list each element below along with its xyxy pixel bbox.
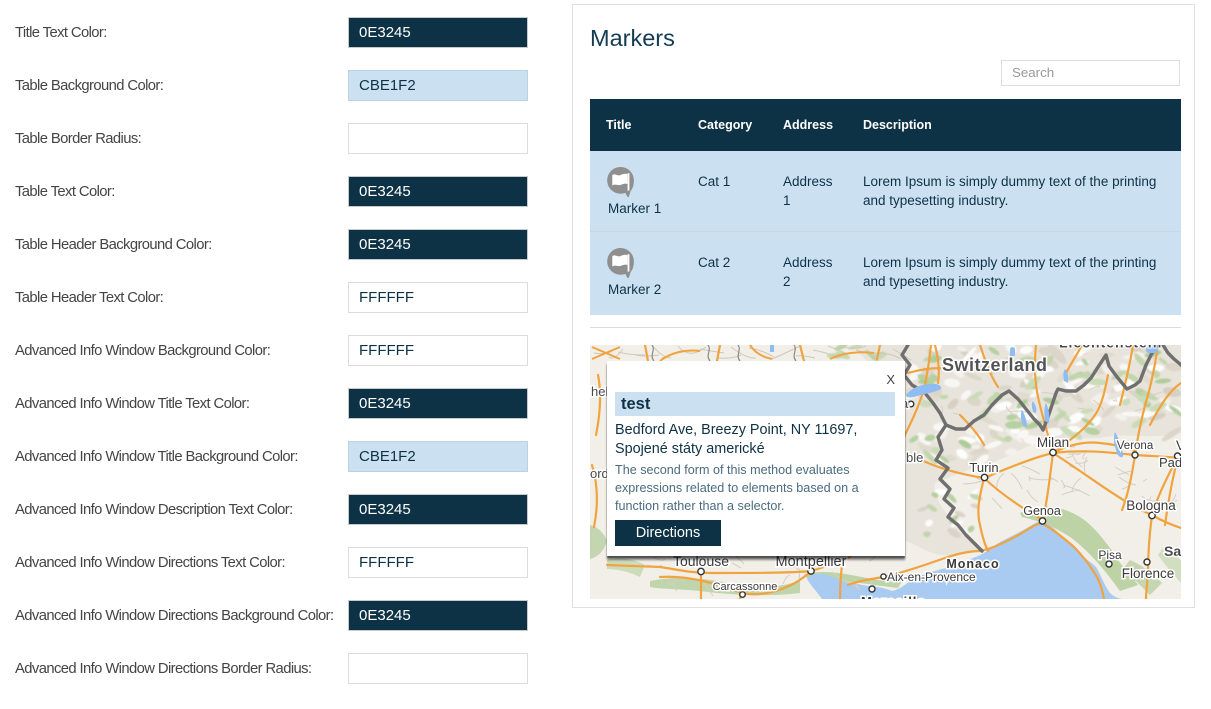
svg-text:ord: ord <box>590 466 609 481</box>
svg-text:Padua: Padua <box>1159 455 1181 470</box>
svg-text:Genoa: Genoa <box>1023 504 1061 518</box>
svg-text:Bologna: Bologna <box>1126 498 1176 513</box>
svg-text:Verona: Verona <box>1117 440 1154 452</box>
svg-text:Milan: Milan <box>1037 435 1069 450</box>
svg-text:Sa: Sa <box>1164 543 1181 559</box>
svg-text:Monaco: Monaco <box>946 557 999 571</box>
svg-text:hel: hel <box>591 384 608 399</box>
svg-text:Switzerland: Switzerland <box>942 355 1048 375</box>
svg-text:Montpellier: Montpellier <box>776 554 847 570</box>
svg-text:ble: ble <box>906 450 923 465</box>
svg-text:Florence: Florence <box>1122 566 1175 581</box>
svg-text:Liechtenstein: Liechtenstein <box>1059 345 1162 351</box>
svg-text:Turin: Turin <box>969 460 998 475</box>
svg-text:Marseille: Marseille <box>861 594 926 599</box>
svg-text:Pisa: Pisa <box>1098 548 1122 562</box>
svg-text:Vi: Vi <box>1176 438 1181 453</box>
svg-text:Carcassonne: Carcassonne <box>713 581 778 593</box>
svg-text:Aix-en-Provence: Aix-en-Provence <box>887 570 976 584</box>
